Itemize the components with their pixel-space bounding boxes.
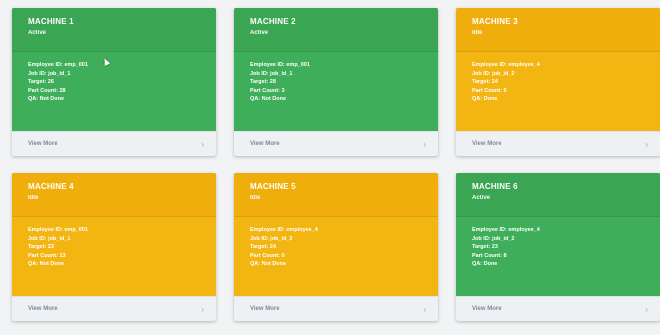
machine-name: MACHINE 1	[28, 17, 74, 26]
employee-id: Employee ID: emp_001	[28, 227, 88, 233]
machine-card-2[interactable]: MACHINE 2 Active Employee ID: emp_001 Jo…	[234, 8, 438, 156]
card-body: Employee ID: employee_4 Job ID: job_id_2…	[234, 217, 438, 293]
employee-id: Employee ID: employee_4	[250, 227, 318, 233]
target: Target: 23	[472, 244, 498, 250]
view-more-button[interactable]: View More ›	[12, 131, 216, 156]
machine-name: MACHINE 4	[28, 182, 74, 191]
view-more-button[interactable]: View More ›	[456, 296, 660, 321]
job-id: Job ID: job_id_2	[472, 70, 515, 77]
machine-status: Idle	[472, 30, 483, 36]
view-more-label: View More	[472, 141, 502, 147]
machine-name: MACHINE 3	[472, 17, 518, 26]
job-id: Job ID: job_id_2	[250, 235, 293, 242]
view-more-label: View More	[28, 141, 58, 147]
part-count: Part Count: 0	[472, 87, 507, 94]
employee-id: Employee ID: employee_4	[472, 227, 540, 233]
card-header: MACHINE 3 Idle	[456, 8, 660, 52]
target: Target: 24	[472, 79, 498, 85]
machine-status: Idle	[28, 195, 39, 201]
machine-card-4[interactable]: MACHINE 4 Idle Employee ID: emp_001 Job …	[12, 173, 216, 321]
view-more-button[interactable]: View More ›	[456, 131, 660, 156]
machine-card-5[interactable]: MACHINE 5 Idle Employee ID: employee_4 J…	[234, 173, 438, 321]
target: Target: 28	[250, 79, 276, 85]
chevron-right-icon: ›	[201, 139, 204, 149]
view-more-label: View More	[472, 306, 502, 312]
part-count: Part Count: 3	[250, 87, 285, 94]
machine-status: Idle	[250, 195, 261, 201]
qa-status: QA: Done	[472, 261, 498, 267]
view-more-button[interactable]: View More ›	[234, 296, 438, 321]
part-count: Part Count: 8	[472, 252, 507, 259]
qa-status: QA: Not Done	[28, 261, 65, 267]
target: Target: 23	[28, 244, 54, 250]
machine-status: Active	[250, 30, 269, 36]
employee-id: Employee ID: employee_4	[472, 62, 540, 68]
card-header: MACHINE 5 Idle	[234, 173, 438, 217]
part-count: Part Count: 28	[28, 87, 66, 94]
qa-status: QA: Done	[472, 96, 498, 102]
view-more-label: View More	[250, 141, 280, 147]
machine-name: MACHINE 6	[472, 182, 518, 191]
qa-status: QA: Not Done	[250, 261, 287, 267]
card-header: MACHINE 6 Active	[456, 173, 660, 217]
job-id: Job ID: job_id_1	[28, 235, 71, 242]
view-more-label: View More	[28, 306, 58, 312]
view-more-button[interactable]: View More ›	[12, 296, 216, 321]
card-header: MACHINE 4 Idle	[12, 173, 216, 217]
job-id: Job ID: job_id_1	[250, 70, 293, 77]
chevron-right-icon: ›	[645, 304, 648, 314]
card-body: Employee ID: employee_4 Job ID: job_id_2…	[456, 52, 660, 128]
machine-card-1[interactable]: MACHINE 1 Active Employee ID: emp_001 Jo…	[12, 8, 216, 156]
target: Target: 26	[28, 79, 54, 85]
machine-grid: MACHINE 1 Active Employee ID: emp_001 Jo…	[0, 0, 660, 335]
employee-id: Employee ID: emp_001	[250, 62, 310, 68]
card-body: Employee ID: emp_001 Job ID: job_id_1 Ta…	[234, 52, 438, 128]
job-id: Job ID: job_id_2	[472, 235, 515, 242]
part-count: Part Count: 13	[28, 252, 66, 259]
machine-status: Active	[472, 195, 491, 201]
chevron-right-icon: ›	[645, 139, 648, 149]
card-header: MACHINE 1 Active	[12, 8, 216, 52]
machine-card-3[interactable]: MACHINE 3 Idle Employee ID: employee_4 J…	[456, 8, 660, 156]
employee-id: Employee ID: emp_001	[28, 62, 88, 68]
job-id: Job ID: job_id_1	[28, 70, 71, 77]
card-header: MACHINE 2 Active	[234, 8, 438, 52]
chevron-right-icon: ›	[423, 304, 426, 314]
machine-name: MACHINE 5	[250, 182, 296, 191]
chevron-right-icon: ›	[201, 304, 204, 314]
qa-status: QA: Not Done	[250, 96, 287, 102]
machine-card-6[interactable]: MACHINE 6 Active Employee ID: employee_4…	[456, 173, 660, 321]
card-body: Employee ID: emp_001 Job ID: job_id_1 Ta…	[12, 217, 216, 293]
machine-name: MACHINE 2	[250, 17, 296, 26]
card-body: Employee ID: emp_001 Job ID: job_id_1 Ta…	[12, 52, 216, 128]
view-more-button[interactable]: View More ›	[234, 131, 438, 156]
machine-status: Active	[28, 30, 47, 36]
card-body: Employee ID: employee_4 Job ID: job_id_2…	[456, 217, 660, 293]
view-more-label: View More	[250, 306, 280, 312]
target: Target: 24	[250, 244, 276, 250]
qa-status: QA: Not Done	[28, 96, 65, 102]
part-count: Part Count: 0	[250, 252, 285, 259]
chevron-right-icon: ›	[423, 139, 426, 149]
